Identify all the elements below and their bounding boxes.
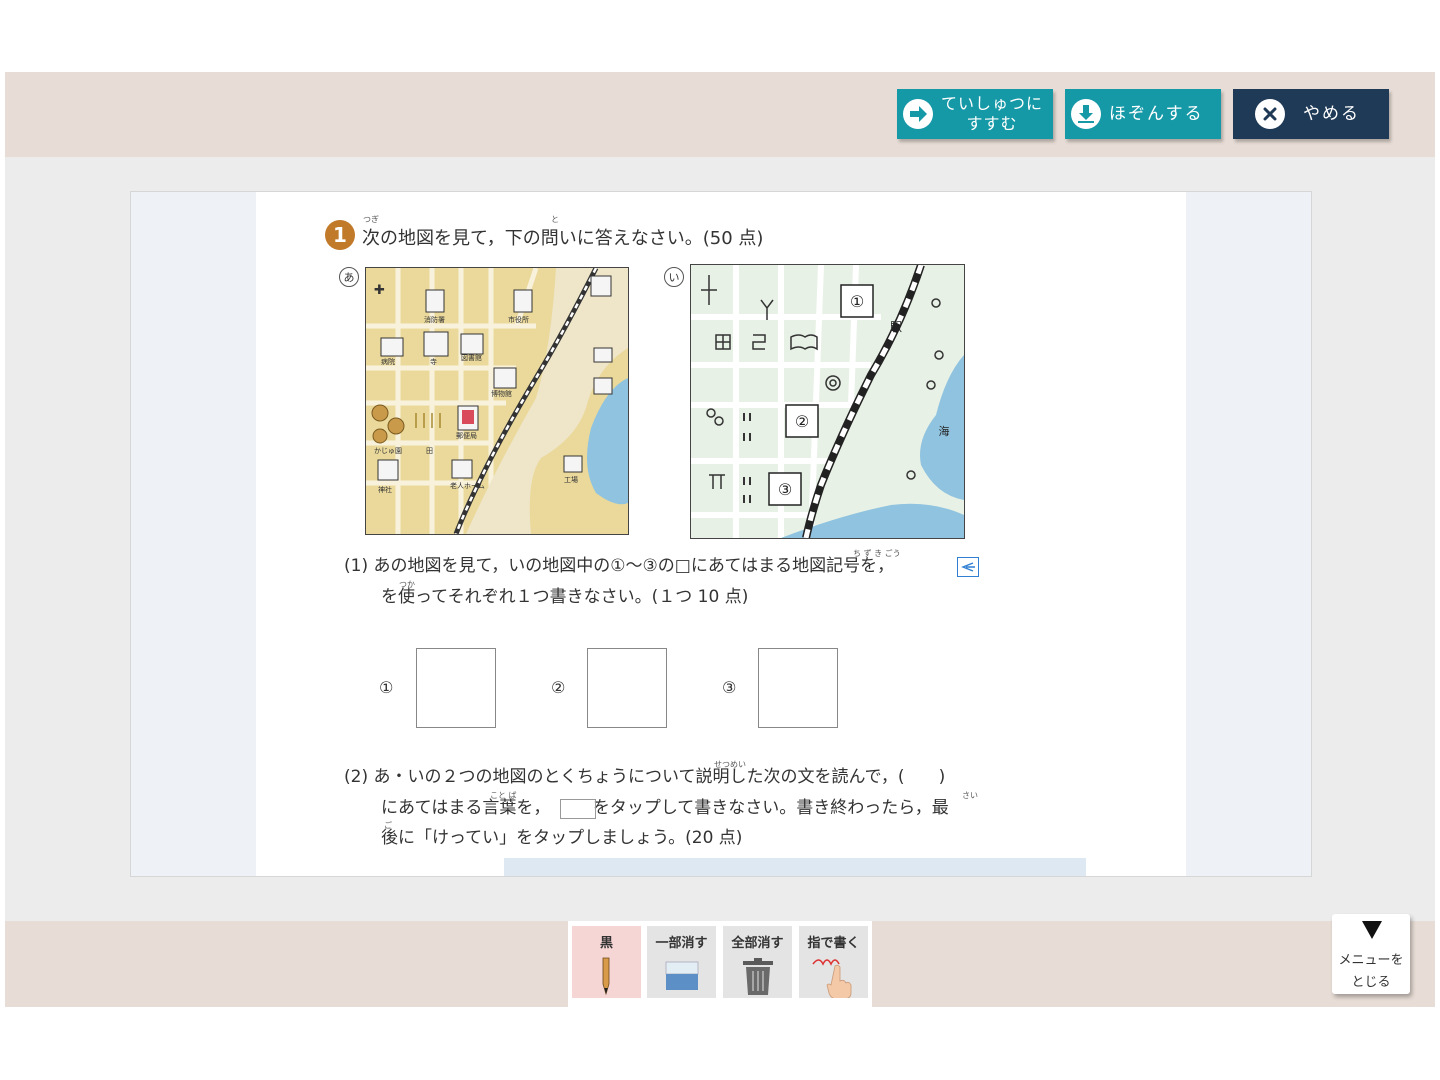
- close-icon: [1255, 99, 1285, 129]
- answer-label-3: ③: [722, 678, 737, 697]
- map-b-label: い: [664, 267, 684, 287]
- app-window: ていしゅつに すすむ ほぞんする やめる 1 つぎ と 次の地図を見て，下の問い…: [5, 72, 1435, 1007]
- download-icon: [1071, 99, 1101, 129]
- submit-button[interactable]: ていしゅつに すすむ: [897, 89, 1053, 139]
- save-label: ほぞんする: [1109, 104, 1204, 124]
- close-menu-line2: とじる: [1351, 975, 1391, 990]
- svg-text:田: 田: [426, 447, 433, 455]
- page-margin-right: [1186, 192, 1311, 876]
- svg-text:老人ホーム: 老人ホーム: [450, 481, 485, 490]
- quit-button[interactable]: やめる: [1233, 89, 1389, 139]
- map-a-label: あ: [339, 267, 359, 287]
- svg-text:工場: 工場: [564, 475, 578, 484]
- erase-all-tool[interactable]: 全部消す: [723, 926, 792, 998]
- close-menu-button[interactable]: メニューを とじる: [1332, 914, 1410, 994]
- erase-part-tool[interactable]: 一部消す: [647, 926, 716, 998]
- answer-label-1: ①: [379, 678, 394, 697]
- triangle-down-icon: [1362, 921, 1382, 939]
- svg-text:市役所: 市役所: [508, 315, 529, 324]
- arrow-right-icon: [903, 99, 933, 129]
- answer-box-3[interactable]: [758, 648, 838, 728]
- map-a-illustration: ✚ 消防署 市役所 病院 寺 図書館 博物館 郵便局 かじゅ園 田 神社 工場 …: [365, 267, 629, 535]
- pen-black-tool[interactable]: 黒: [572, 926, 641, 998]
- sub-question-1-line1: (1) あの地図を見て，いの地図中の①～③の□にあてはまる地図記号を，: [344, 556, 895, 576]
- page-margin-left: [131, 192, 256, 876]
- close-menu-label: メニューを とじる: [1332, 950, 1410, 994]
- eraser-icon: [665, 961, 699, 990]
- answer-box-2[interactable]: [587, 648, 667, 728]
- answer-label-2: ②: [551, 678, 566, 697]
- svg-text:②: ②: [795, 412, 809, 431]
- pencil-icon: [602, 957, 610, 996]
- trash-icon: [743, 958, 773, 995]
- top-bar: ていしゅつに すすむ ほぞんする やめる: [5, 72, 1435, 157]
- submit-label-line2: すすむ: [966, 114, 1018, 133]
- sub-question-1-line2: を使ってそれぞれ１つ書きなさい。(１つ 10 点): [381, 587, 749, 607]
- erase-all-label: 全部消す: [731, 936, 784, 951]
- finger-draw-tool[interactable]: 指で書く: [799, 926, 868, 998]
- sub-question-2-line3: 後に「けってい」をタップしましょう。(20 点): [381, 828, 743, 848]
- answer-box-1[interactable]: [416, 648, 496, 728]
- svg-text:かじゅ園: かじゅ園: [374, 447, 402, 455]
- text-input-icon: [560, 799, 596, 819]
- ruby-sai: さい: [962, 791, 978, 800]
- sub-question-2-line2: にあてはまる言葉を， をタップして書きなさい。書き終わったら，最: [381, 798, 949, 818]
- svg-text:③: ③: [778, 480, 792, 499]
- finger-label: 指で書く: [807, 936, 860, 951]
- close-menu-line1: メニューを: [1338, 953, 1404, 968]
- map-b-illustration: ① ② ③ 駅 海: [690, 264, 965, 539]
- question-number: 1: [325, 220, 355, 250]
- pen-label: 黒: [599, 936, 613, 951]
- save-button[interactable]: ほぞんする: [1065, 89, 1221, 139]
- svg-text:寺: 寺: [430, 358, 437, 366]
- quit-label: やめる: [1303, 104, 1360, 124]
- answer-area-top: [504, 858, 1086, 876]
- worksheet-content: 1 つぎ と 次の地図を見て，下の問いに答えなさい。(50 点) あ ✚ 消防署…: [256, 192, 1186, 876]
- svg-text:病院: 病院: [381, 357, 395, 366]
- finger-icon: [812, 959, 852, 998]
- erase-part-label: 一部消す: [655, 936, 708, 951]
- svg-text:海: 海: [939, 424, 950, 438]
- svg-text:図書館: 図書館: [461, 353, 482, 362]
- worksheet-page: 1 つぎ と 次の地図を見て，下の問いに答えなさい。(50 点) あ ✚ 消防署…: [130, 191, 1312, 877]
- svg-text:博物館: 博物館: [491, 389, 512, 398]
- submit-label-line1: ていしゅつに: [941, 94, 1044, 113]
- svg-text:駅: 駅: [890, 320, 902, 334]
- bottom-bar: 黒 一部消す 全部消す 指で書く メニューを とじる: [5, 914, 1435, 1007]
- drawing-tools: 黒 一部消す 全部消す 指で書く: [568, 921, 872, 1007]
- sub-question-2-line1: (2) あ・いの２つの地図のとくちょうについて説明した次の文を読んで，( ): [344, 767, 946, 787]
- svg-text:神社: 神社: [378, 485, 392, 494]
- map-a-text-0: 消防署: [424, 315, 445, 324]
- svg-text:✚: ✚: [374, 283, 385, 298]
- svg-text:①: ①: [850, 292, 864, 311]
- svg-text:郵便局: 郵便局: [456, 431, 477, 440]
- keyboard-input-icon: [957, 557, 979, 577]
- submit-label: ていしゅつに すすむ: [941, 94, 1043, 134]
- question-prompt: 次の地図を見て，下の問いに答えなさい。(50 点): [362, 228, 764, 249]
